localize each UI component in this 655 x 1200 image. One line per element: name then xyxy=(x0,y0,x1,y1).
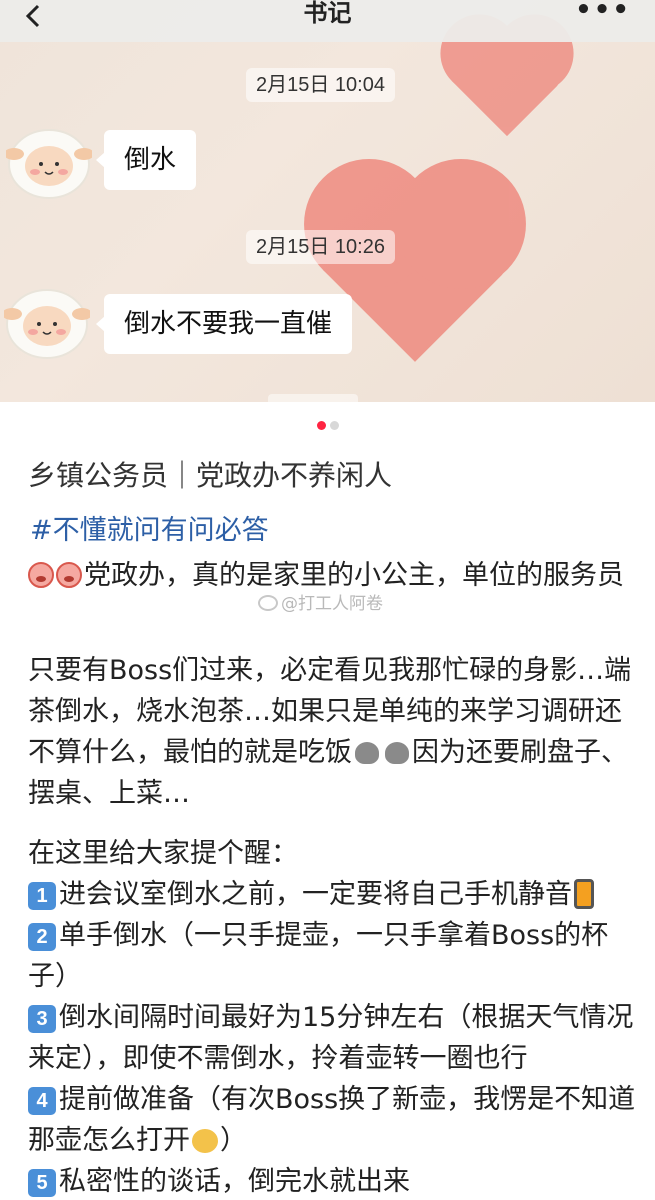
screaming-face-icon xyxy=(56,562,82,588)
tip-text: 进会议室倒水之前，一定要将自己手机静音 xyxy=(59,879,572,910)
message-timestamp: 2月15日 10:26 xyxy=(246,230,395,264)
cropped-timestamp xyxy=(268,394,358,402)
keycap-number-icon: 3 xyxy=(28,1005,56,1033)
sheep-avatar xyxy=(6,129,92,199)
intro-text: 党政办，真的是家里的小公主，单位的服务员 xyxy=(84,560,624,591)
poop-icon xyxy=(385,742,409,764)
tip-text: 提前做准备（有次Boss换了新壶，我愣是不知道那壶怎么打开 xyxy=(28,1084,636,1156)
tip-item: 1 进会议室倒水之前，一定要将自己手机静音 xyxy=(28,874,638,915)
pager-dot[interactable] xyxy=(329,421,339,430)
keycap-number-icon: 5 xyxy=(28,1169,56,1197)
poop-icon xyxy=(355,742,379,764)
tip-text: 单手倒水（一只手提壶，一只手拿着Boss的杯子） xyxy=(28,920,609,992)
heart-decoration xyxy=(451,25,563,137)
more-icon: ••• xyxy=(575,0,631,25)
tips-heading: 在这里给大家提个醒： xyxy=(28,838,298,869)
keycap-number-icon: 4 xyxy=(28,1087,56,1115)
screaming-face-icon xyxy=(28,562,54,588)
chat-title: 书记 xyxy=(303,0,352,27)
sheep-avatar xyxy=(4,289,90,359)
tip-item: 4 提前做准备（有次Boss换了新壶，我愣是不知道那壶怎么打开） xyxy=(28,1079,638,1161)
post-title: 乡镇公务员｜党政办不养闲人 xyxy=(28,459,393,492)
keycap-number-icon: 1 xyxy=(28,882,56,910)
tips-list: 在这里给大家提个醒： 1 进会议室倒水之前，一定要将自己手机静音 2 单手倒水（一只… xyxy=(28,833,638,1200)
pager-dot-active[interactable] xyxy=(316,421,326,430)
post-paragraph: 只要有Boss们过来，必定看见我那忙碌的身影…端茶倒水，烧水泡茶…如果只是单纯的… xyxy=(28,650,638,814)
weibo-watermark: @打工人阿卷 xyxy=(258,589,383,614)
tip-text: 私密性的谈话，倒完水就出来 xyxy=(59,1166,410,1197)
tip-text: 倒水间隔时间最好为15分钟左右（根据天气情况来定），即使不需倒水，拎着壶转一圈也… xyxy=(28,1002,634,1074)
hashtag-link[interactable]: #不懂就问有问必答 xyxy=(30,513,269,549)
tip-text-suffix: ） xyxy=(220,1125,247,1156)
carousel-pager[interactable] xyxy=(0,421,655,430)
vibrate-phone-icon xyxy=(574,879,594,909)
chat-screenshot-image[interactable]: 书记 ••• 2月15日 10:04 倒水 2月15日 10:26 倒水不要我一… xyxy=(0,0,655,402)
message-timestamp: 2月15日 10:04 xyxy=(246,68,395,102)
weibo-icon xyxy=(258,595,278,611)
tip-item: 3 倒水间隔时间最好为15分钟左右（根据天气情况来定），即使不需倒水，拎着壶转一圈… xyxy=(28,997,638,1079)
keycap-number-icon: 2 xyxy=(28,923,56,951)
chat-bubble: 倒水不要我一直催 xyxy=(95,294,353,354)
tip-item: 5 私密性的谈话，倒完水就出来 xyxy=(28,1161,638,1200)
pumpkin-face-icon xyxy=(192,1129,218,1153)
chat-nav-bar: 书记 ••• xyxy=(0,0,655,42)
watermark-text: @打工人阿卷 xyxy=(281,594,383,614)
tip-item: 2 单手倒水（一只手提壶，一只手拿着Boss的杯子） xyxy=(28,915,638,997)
chat-bubble: 倒水 xyxy=(95,130,197,190)
